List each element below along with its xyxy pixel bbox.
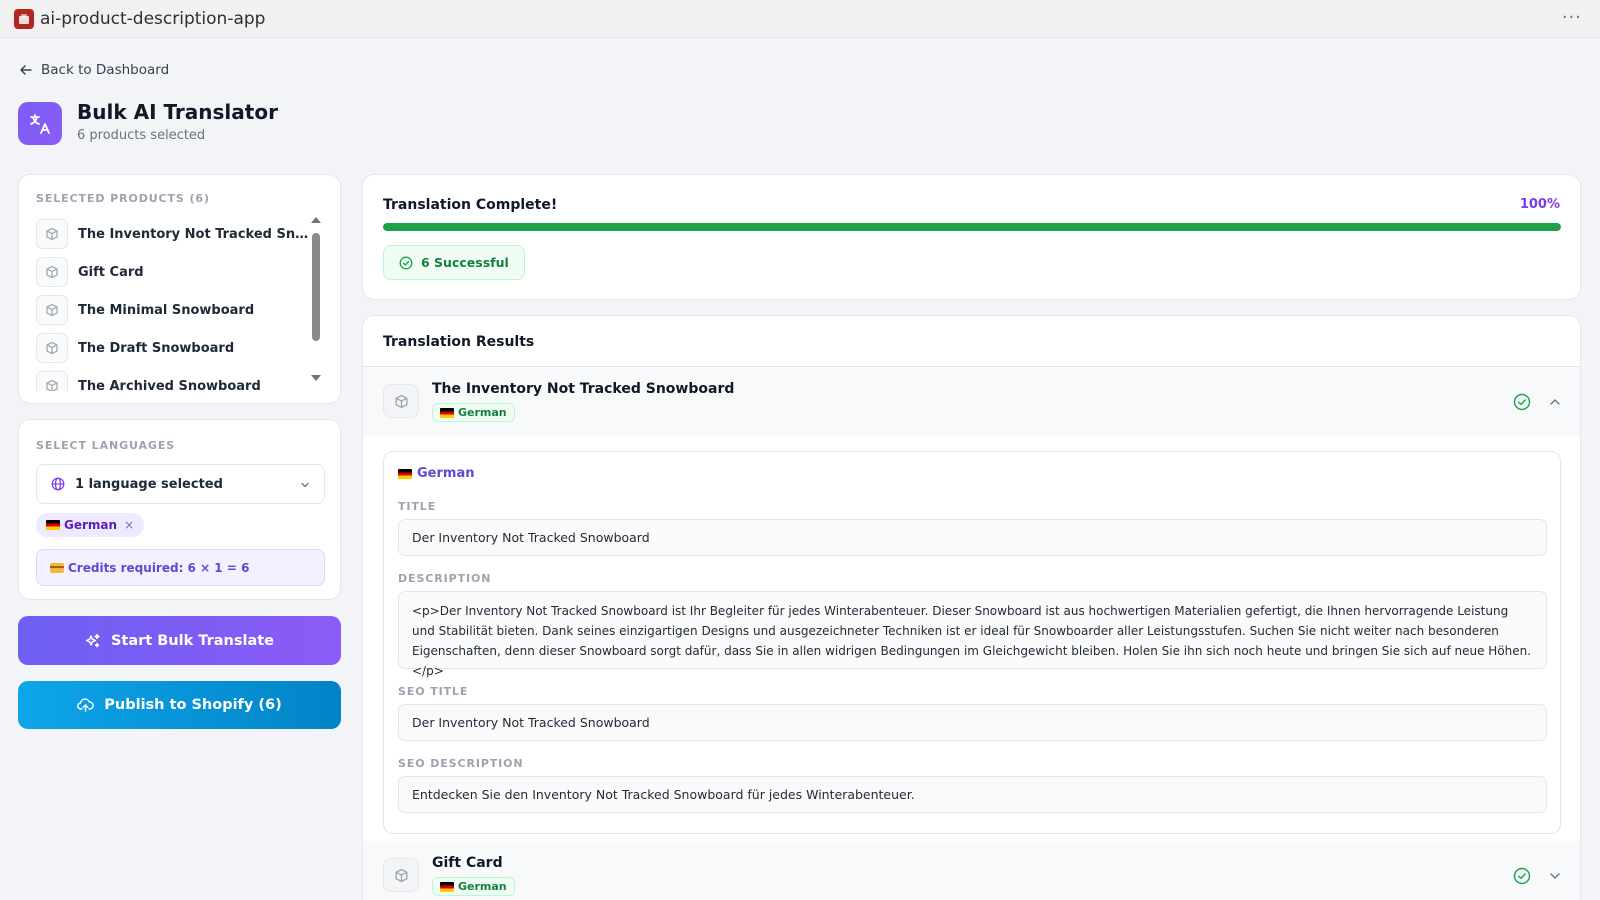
back-to-dashboard-link[interactable]: Back to Dashboard <box>19 60 169 80</box>
progress-title: Translation Complete! <box>383 197 558 213</box>
list-item: The Minimal Snowboard <box>36 291 314 329</box>
result-product-name: The Inventory Not Tracked Snowboard <box>432 381 735 397</box>
remove-chip-icon[interactable]: × <box>124 518 134 532</box>
result-language-badge: German <box>432 403 515 422</box>
products-scrollbar[interactable] <box>312 233 320 341</box>
description-field-label: DESCRIPTION <box>398 572 492 585</box>
result-product-name: Gift Card <box>432 855 503 871</box>
cloud-upload-icon <box>77 698 95 712</box>
german-flag-icon <box>398 468 412 479</box>
result-row-header[interactable]: The Inventory Not Tracked Snowboard Germ… <box>363 367 1580 437</box>
progress-bar <box>383 223 1561 231</box>
back-link-label: Back to Dashboard <box>41 62 170 78</box>
credits-required-box: Credits required: 6 × 1 = 6 <box>36 549 325 586</box>
success-count-badge: 6 Successful <box>383 245 525 280</box>
app-logo-icon <box>14 8 34 29</box>
chevron-down-icon[interactable] <box>1549 871 1561 881</box>
app-topbar: ai-product-description-app ··· <box>0 0 1600 38</box>
selected-products-label: SELECTED PRODUCTS (6) <box>36 192 210 205</box>
product-name: Gift Card <box>78 264 144 280</box>
list-item: The Draft Snowboard <box>36 329 314 367</box>
chevron-down-icon <box>301 482 309 488</box>
translate-icon <box>18 102 62 145</box>
detail-language-label: German <box>417 466 475 481</box>
seo-title-field-label: SEO TITLE <box>398 685 469 698</box>
publish-to-shopify-button[interactable]: Publish to Shopify (6) <box>18 681 341 729</box>
scroll-up-arrow-icon[interactable] <box>311 217 321 223</box>
page-title: Bulk AI Translator <box>77 100 278 124</box>
product-box-icon <box>36 371 68 391</box>
translation-results-card: Translation Results The Inventory Not Tr… <box>362 315 1581 900</box>
title-field-label: TITLE <box>398 500 437 513</box>
result-language-label: German <box>458 880 507 893</box>
page-subtitle: 6 products selected <box>77 128 206 143</box>
product-name: The Inventory Not Tracked Snowboard <box>78 226 314 242</box>
language-chip-label: German <box>64 518 118 532</box>
result-language-badge: German <box>432 877 515 896</box>
title-field[interactable]: Der Inventory Not Tracked Snowboard <box>398 519 1547 556</box>
product-name: The Draft Snowboard <box>78 340 235 356</box>
product-box-icon <box>36 333 68 363</box>
german-flag-icon <box>440 407 454 418</box>
sparkles-icon <box>85 633 100 647</box>
progress-percent: 100% <box>1519 197 1560 212</box>
product-box-icon <box>36 219 68 249</box>
detail-language-heading: German <box>398 466 474 481</box>
product-name: The Archived Snowboard <box>78 378 261 392</box>
app-title: ai-product-description-app <box>40 8 266 29</box>
product-box-icon <box>383 384 419 418</box>
check-circle-icon <box>1513 867 1531 885</box>
more-options-icon[interactable]: ··· <box>1562 7 1582 28</box>
check-circle-icon <box>1513 393 1531 411</box>
publish-to-shopify-label: Publish to Shopify (6) <box>104 697 282 713</box>
translation-detail-panel: German TITLE Der Inventory Not Tracked S… <box>383 451 1561 834</box>
selected-products-card: SELECTED PRODUCTS (6) The Inventory Not … <box>18 174 341 404</box>
seo-description-field[interactable]: Entdecken Sie den Inventory Not Tracked … <box>398 776 1547 813</box>
progress-bar-fill <box>383 223 1561 231</box>
start-bulk-translate-button[interactable]: Start Bulk Translate <box>18 616 341 665</box>
product-box-icon <box>36 257 68 287</box>
scroll-down-arrow-icon[interactable] <box>311 375 321 381</box>
seo-title-field[interactable]: Der Inventory Not Tracked Snowboard <box>398 704 1547 741</box>
list-item: The Archived Snowboard <box>36 367 314 391</box>
result-language-label: German <box>458 406 507 419</box>
check-circle-icon <box>399 256 413 269</box>
chevron-up-icon[interactable] <box>1549 397 1561 407</box>
globe-icon <box>51 477 65 491</box>
seo-description-field-label: SEO DESCRIPTION <box>398 757 524 770</box>
success-count-label: 6 Successful <box>421 255 509 270</box>
list-item: The Inventory Not Tracked Snowboard <box>36 215 314 253</box>
language-select[interactable]: 1 language selected <box>36 464 325 504</box>
select-languages-card: SELECT LANGUAGES 1 language selected Ger… <box>18 419 341 600</box>
results-title: Translation Results <box>383 334 535 350</box>
product-name: The Minimal Snowboard <box>78 302 255 318</box>
german-flag-icon <box>46 520 60 530</box>
product-box-icon <box>36 295 68 325</box>
start-bulk-translate-label: Start Bulk Translate <box>110 632 275 649</box>
language-select-value: 1 language selected <box>75 476 223 492</box>
list-item: Gift Card <box>36 253 314 291</box>
selected-products-list[interactable]: The Inventory Not Tracked Snowboard Gift… <box>36 215 314 391</box>
language-chip-german: German × <box>36 513 145 537</box>
german-flag-icon <box>440 881 454 892</box>
product-box-icon <box>383 858 419 892</box>
translation-progress-card: Translation Complete! 100% 6 Successful <box>362 174 1581 300</box>
credit-card-icon <box>50 562 64 573</box>
description-field[interactable]: <p>Der Inventory Not Tracked Snowboard i… <box>398 591 1547 678</box>
result-row-header[interactable]: Gift Card German <box>363 841 1580 900</box>
arrow-left-icon <box>20 65 32 75</box>
credits-required-text: Credits required: 6 × 1 = 6 <box>68 560 250 575</box>
select-languages-label: SELECT LANGUAGES <box>36 439 176 452</box>
